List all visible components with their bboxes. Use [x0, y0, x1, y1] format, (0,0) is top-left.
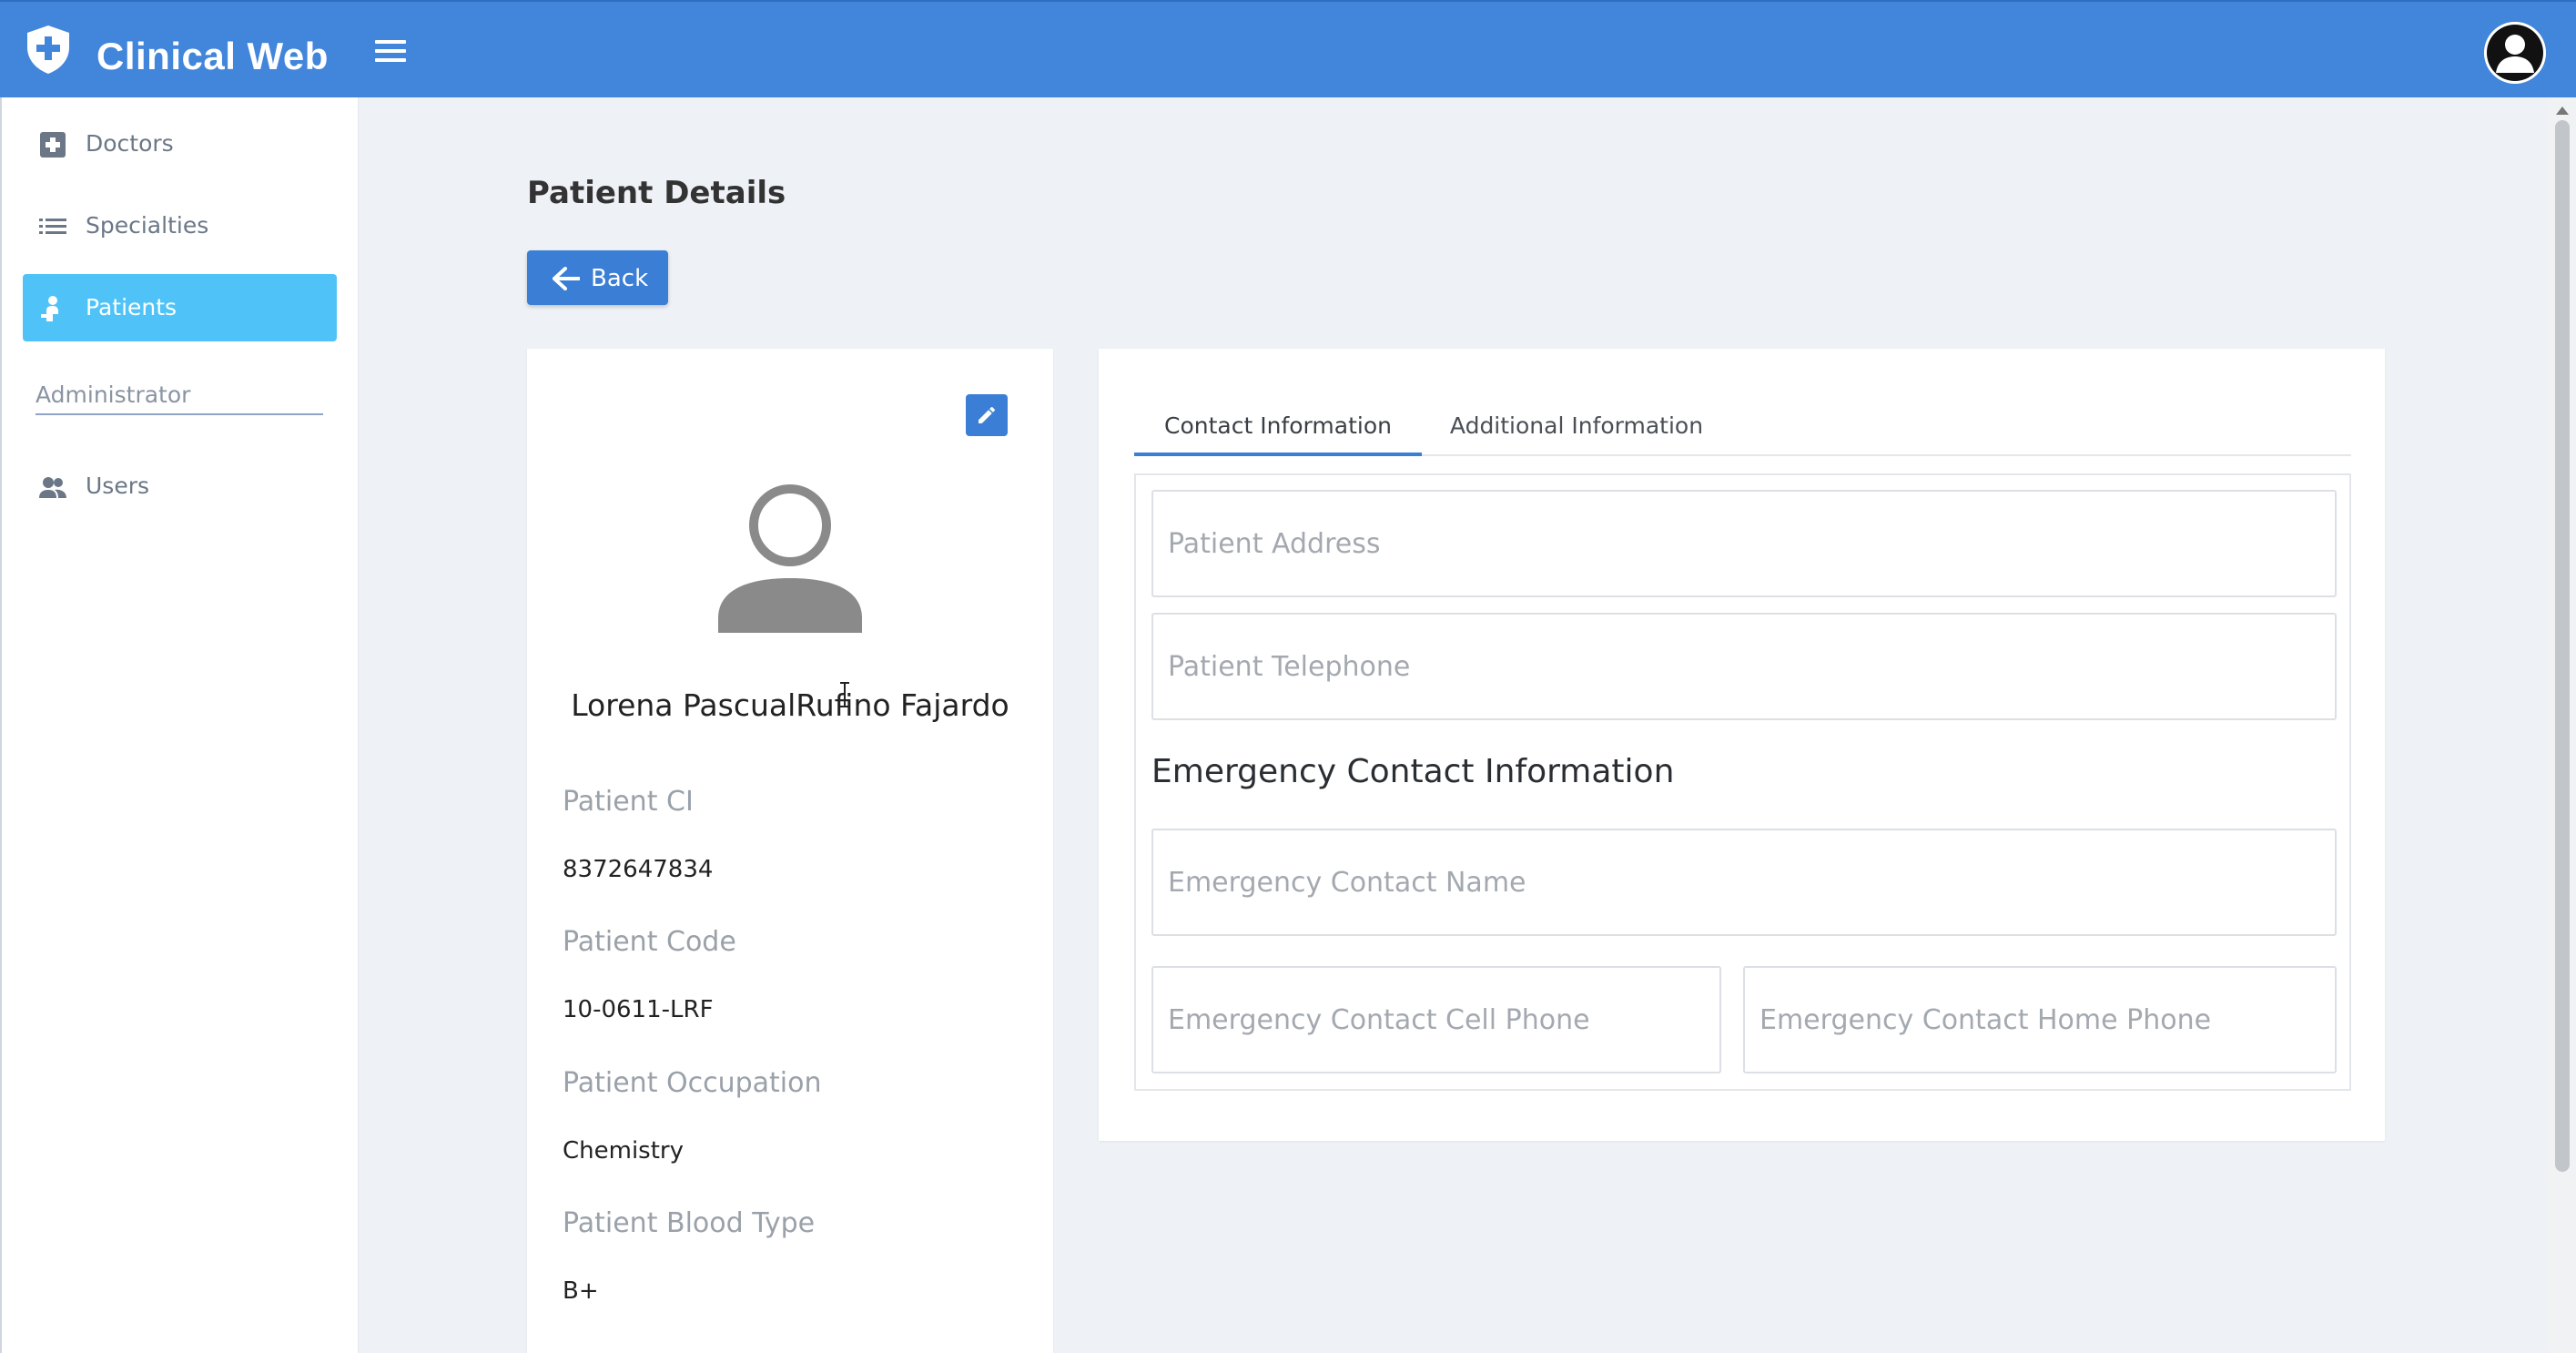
emergency-contact-home-phone-input[interactable] [1743, 966, 2337, 1073]
sidebar-item-users[interactable]: Users [23, 453, 337, 520]
list-icon [39, 219, 66, 234]
patient-blood-type-value: B+ [563, 1277, 599, 1305]
page-title: Patient Details [527, 175, 786, 211]
info-tabs: Contact Information Additional Informati… [1134, 392, 2351, 456]
shield-plus-icon [27, 25, 69, 74]
scroll-up-arrow-icon[interactable] [2556, 107, 2569, 115]
tab-label: Contact Information [1164, 412, 1392, 439]
top-bar: Clinical Web [0, 0, 2576, 97]
patient-address-input[interactable] [1151, 490, 2337, 597]
sidebar-item-patients[interactable]: Patients [23, 274, 337, 341]
emergency-contact-name-input[interactable] [1151, 829, 2337, 936]
contact-information-panel: Emergency Contact Information [1134, 473, 2351, 1091]
emergency-contact-heading: Emergency Contact Information [1151, 753, 1675, 790]
arrow-left-icon [553, 267, 580, 290]
scroll-thumb[interactable] [2555, 120, 2570, 1172]
tab-contact-information[interactable]: Contact Information [1134, 392, 1422, 456]
pencil-icon [979, 406, 996, 423]
patient-code-value: 10-0611-LRF [563, 996, 714, 1023]
patient-telephone-input[interactable] [1151, 613, 2337, 720]
patient-avatar-icon [718, 484, 862, 633]
sidebar-item-label: Patients [86, 294, 177, 320]
sidebar-item-specialties[interactable]: Specialties [23, 192, 337, 259]
patient-icon [41, 296, 58, 321]
tab-label: Additional Information [1449, 412, 1704, 439]
section-label-administrator: Administrator [35, 381, 323, 415]
vertical-scrollbar[interactable] [2548, 97, 2576, 1353]
patient-ci-label: Patient CI [563, 786, 694, 818]
patient-occupation-label: Patient Occupation [563, 1067, 822, 1099]
sidebar-item-doctors[interactable]: Doctors [23, 110, 337, 178]
tab-additional-information[interactable]: Additional Information [1422, 392, 1731, 456]
patient-occupation-value: Chemistry [563, 1137, 684, 1165]
emergency-contact-cell-phone-input[interactable] [1151, 966, 1721, 1073]
user-avatar-icon[interactable] [2484, 22, 2546, 84]
text-cursor-icon [840, 682, 849, 707]
hamburger-icon[interactable] [375, 40, 406, 66]
app-title: Clinical Web [96, 35, 329, 77]
patient-profile-card: Lorena PascualRufino Fajardo Patient CI … [527, 349, 1053, 1353]
patient-code-label: Patient Code [563, 926, 736, 958]
medical-plus-icon [40, 132, 66, 158]
patient-name: Lorena PascualRufino Fajardo [571, 687, 1009, 723]
back-button[interactable]: Back [527, 250, 668, 305]
sidebar-item-label: Users [86, 473, 150, 499]
users-icon [39, 477, 66, 498]
sidebar-item-label: Specialties [86, 212, 209, 239]
patient-ci-value: 8372647834 [563, 856, 714, 883]
patient-blood-type-label: Patient Blood Type [563, 1207, 816, 1239]
patient-info-card: Contact Information Additional Informati… [1099, 349, 2385, 1141]
sidebar-item-label: Doctors [86, 130, 174, 157]
back-button-label: Back [591, 265, 649, 292]
sidebar-nav: Doctors Specialties Patients Administrat… [0, 97, 359, 1353]
edit-button[interactable] [966, 394, 1008, 436]
